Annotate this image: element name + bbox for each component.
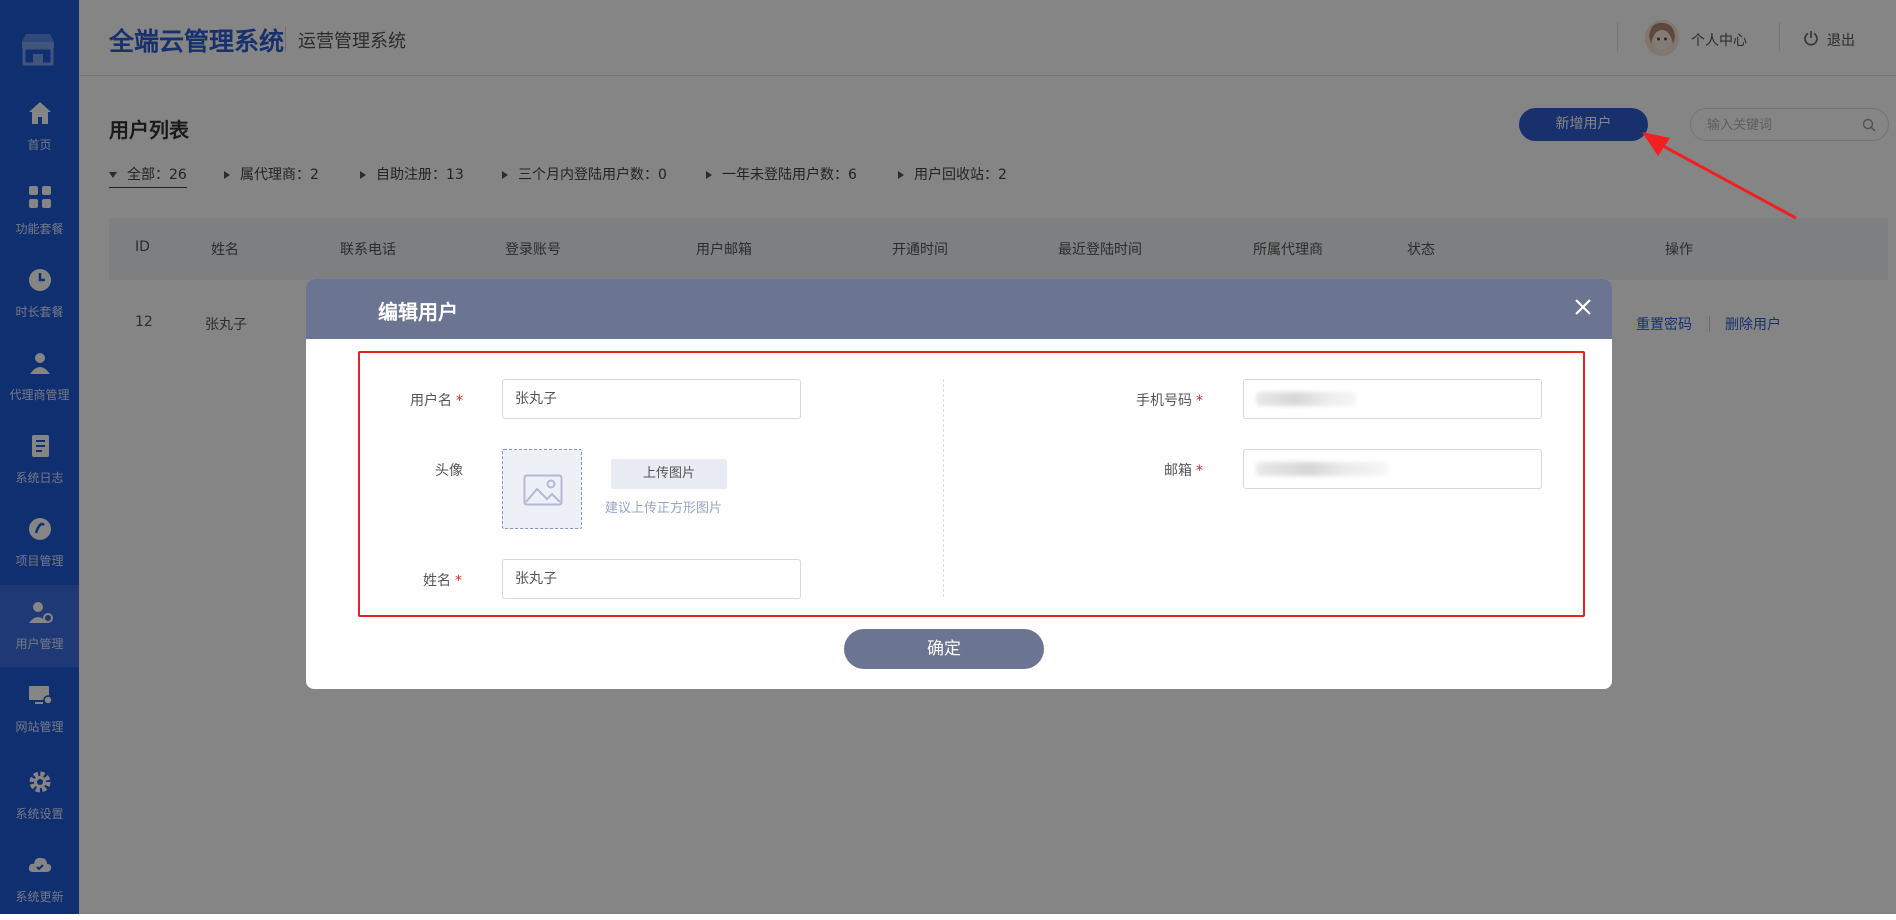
email-input[interactable] — [1243, 449, 1542, 489]
required-mark: * — [1196, 463, 1203, 479]
avatar-label: 头像 — [435, 463, 463, 479]
dialog-title: 编辑用户 — [378, 300, 458, 324]
username-input[interactable]: 张丸子 — [502, 379, 801, 419]
avatar-placeholder[interactable] — [502, 449, 582, 529]
column-divider — [943, 379, 944, 597]
redacted-value — [1256, 392, 1356, 406]
close-icon[interactable] — [1574, 298, 1592, 316]
required-mark: * — [1196, 393, 1203, 409]
dialog-header: 编辑用户 — [306, 279, 1612, 339]
confirm-button[interactable]: 确定 — [844, 629, 1044, 669]
annotation-arrow-icon — [1642, 132, 1797, 220]
upload-hint: 建议上传正方形图片 — [605, 501, 723, 516]
phone-input[interactable] — [1243, 379, 1542, 419]
phone-label: 手机号码 * — [1136, 393, 1203, 409]
redacted-value — [1256, 462, 1388, 476]
required-mark: * — [456, 393, 463, 409]
realname-input[interactable]: 张丸子 — [502, 559, 801, 599]
edit-user-dialog: 编辑用户 用户名 * 张丸子 头像 上传图片 建议上传正方形图片 姓名 * 张丸子 … — [306, 279, 1612, 689]
email-label: 邮箱 * — [1164, 463, 1203, 479]
username-label: 用户名 * — [410, 393, 463, 409]
upload-image-button[interactable]: 上传图片 — [611, 459, 727, 489]
required-mark: * — [455, 573, 462, 589]
image-placeholder-icon — [523, 474, 563, 506]
realname-label: 姓名 * — [423, 573, 462, 589]
